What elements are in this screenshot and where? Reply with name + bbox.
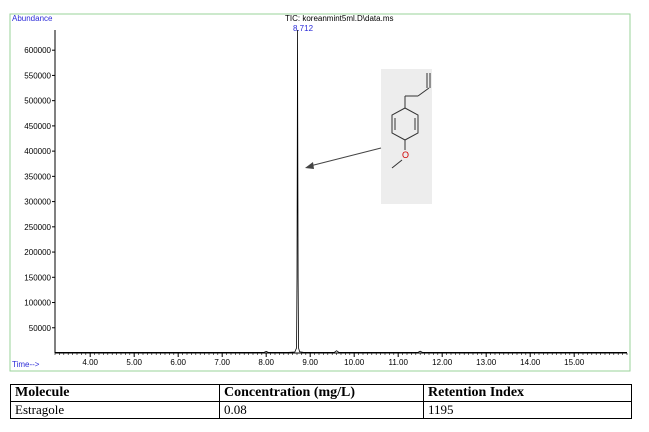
x-tick-label: 14.00 xyxy=(520,358,541,367)
peak-label: 8.712 xyxy=(293,24,314,33)
annotation-arrow xyxy=(309,147,382,167)
cell-concentration: 0.08 xyxy=(219,401,424,419)
table-header-row: Molecule Concentration (mg/L) Retention … xyxy=(10,384,632,402)
estragole-structure-inset: O xyxy=(381,69,432,204)
tic-series-line xyxy=(55,29,627,353)
y-tick-label: 350000 xyxy=(24,172,51,181)
y-ticks: 50000 100000 150000 200000 250000 300000 35000… xyxy=(24,46,55,333)
x-axis-label: Time--> xyxy=(12,360,40,369)
cell-molecule: Estragole xyxy=(10,401,220,419)
x-tick-label: 9.00 xyxy=(302,358,318,367)
y-tick-label: 300000 xyxy=(24,198,51,207)
y-tick-label: 500000 xyxy=(24,97,51,106)
oxygen-atom-label: O xyxy=(402,150,409,160)
y-tick-label: 50000 xyxy=(29,324,52,333)
y-tick-label: 550000 xyxy=(24,71,51,80)
x-tick-label: 13.00 xyxy=(476,358,497,367)
y-tick-label: 100000 xyxy=(24,299,51,308)
x-tick-label: 7.00 xyxy=(214,358,230,367)
inset-background xyxy=(381,69,432,204)
results-table: Molecule Concentration (mg/L) Retention … xyxy=(10,384,632,419)
cell-retention-index: 1195 xyxy=(423,401,632,419)
header-molecule: Molecule xyxy=(10,384,220,402)
y-tick-label: 450000 xyxy=(24,122,51,131)
x-tick-label: 6.00 xyxy=(170,358,186,367)
x-tick-label: 4.00 xyxy=(82,358,98,367)
header-retention-index: Retention Index xyxy=(423,384,632,402)
header-concentration: Concentration (mg/L) xyxy=(219,384,424,402)
x-tick-label: 5.00 xyxy=(126,358,142,367)
x-ticks: 4.00 5.00 6.00 7.00 8.00 9.00 10.00 11.00 12.00 1… xyxy=(54,353,628,367)
y-tick-label: 150000 xyxy=(24,273,51,282)
x-tick-label: 12.00 xyxy=(432,358,453,367)
x-tick-label: 11.00 xyxy=(388,358,408,367)
y-tick-label: 200000 xyxy=(24,248,51,257)
arrow-head xyxy=(305,162,314,169)
x-tick-label: 8.00 xyxy=(258,358,274,367)
x-tick-label: 15.00 xyxy=(564,358,585,367)
plot-frame xyxy=(9,13,631,372)
x-tick-label: 10.00 xyxy=(344,358,365,367)
y-axis-label: Abundance xyxy=(12,14,53,23)
chart-title: TIC: koreanmint5ml.D\data.ms xyxy=(285,14,393,23)
y-tick-label: 600000 xyxy=(24,46,51,55)
table-row: Estragole 0.08 1195 xyxy=(10,401,632,419)
chromatogram-chart: TIC: koreanmint5ml.D\data.ms Abundance T… xyxy=(9,13,631,372)
y-tick-label: 400000 xyxy=(24,147,51,156)
y-tick-label: 250000 xyxy=(24,223,51,232)
